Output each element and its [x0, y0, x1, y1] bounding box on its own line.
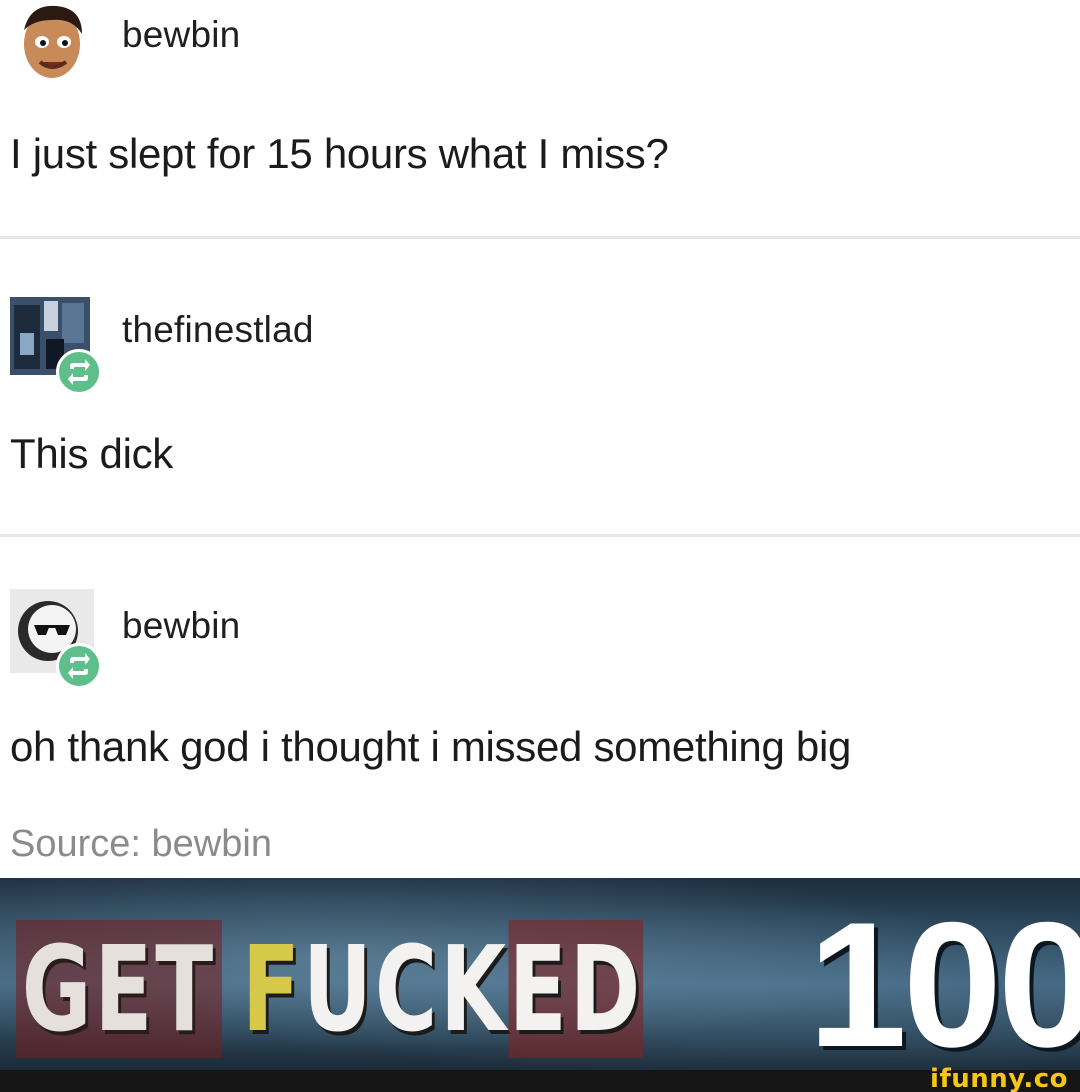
source-username[interactable]: bewbin — [152, 823, 272, 865]
post-text: oh thank god i thought i missed somethin… — [10, 723, 852, 770]
banner-word-second-end: ED — [508, 920, 644, 1058]
banner-word-second-first-letter: F — [242, 920, 303, 1058]
bottom-bar — [0, 1070, 1080, 1092]
banner-caption: GET FUCKED — [16, 914, 644, 1064]
post-username[interactable]: thefinestlad — [122, 309, 314, 351]
post-username[interactable]: bewbin — [122, 14, 240, 56]
reblog-icon — [56, 643, 102, 689]
banner-word-second: FUCKED — [242, 920, 644, 1058]
reblog-icon — [56, 349, 102, 395]
meme-page: bewbin I just slept for 15 hours what I … — [0, 0, 1080, 1092]
source-label: Source: — [10, 823, 141, 865]
post-username[interactable]: bewbin — [122, 605, 240, 647]
post-text: This dick — [10, 430, 174, 477]
banner-word-get: GET — [16, 920, 222, 1058]
ifunny-watermark: ifunny.co — [930, 1064, 1068, 1092]
post-reply-1: thefinestlad This dick — [0, 239, 1080, 534]
post-reply-2: bewbin oh thank god i thought i missed s… — [0, 537, 1080, 827]
banner-word-second-middle: UCK — [302, 920, 509, 1058]
post-original: bewbin I just slept for 15 hours what I … — [0, 0, 1080, 236]
reaction-banner: GET FUCKED 100 — [0, 878, 1080, 1070]
banner-score: 100 — [808, 885, 1080, 1071]
source-line[interactable]: Source: bewbin — [10, 823, 272, 866]
cartoon-face-icon — [24, 5, 82, 78]
post-text: I just slept for 15 hours what I miss? — [10, 130, 669, 177]
cartoon-face-avatar[interactable] — [10, 0, 94, 84]
